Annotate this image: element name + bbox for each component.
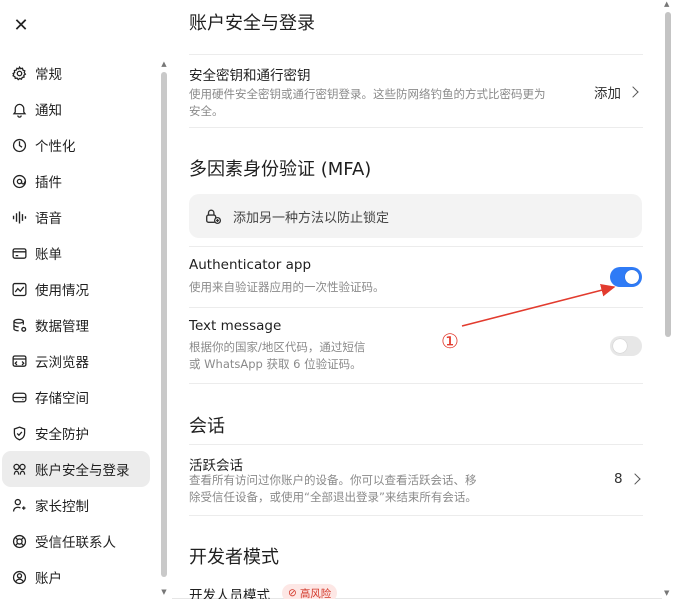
sidebar-item-label: 账户 <box>35 571 62 587</box>
sidebar-item-0[interactable]: 常规 <box>0 55 154 91</box>
high-risk-badge: ⊘ 高风险 <box>282 584 338 599</box>
add-mfa-method-label: 添加另一种方法以防止锁定 <box>233 210 390 226</box>
sidebar-item-label: 云浏览器 <box>35 355 89 371</box>
parental-icon <box>10 496 28 514</box>
sidebar-item-label: 常规 <box>35 67 62 83</box>
close-icon: ✕ <box>13 14 29 36</box>
passkey-desc-line2: 安全。 <box>189 104 224 118</box>
sidebar-item-label: 个性化 <box>35 139 76 155</box>
sidebar-item-label: 账户安全与登录 <box>35 463 130 479</box>
add-mfa-method-button[interactable]: 添加另一种方法以防止锁定 <box>189 194 642 238</box>
sidebar-scrollbar[interactable]: ▲ ▼ <box>160 60 168 596</box>
sessions-heading: 会话 <box>189 416 225 437</box>
developer-heading: 开发者模式 <box>189 547 279 568</box>
sidebar-item-5[interactable]: 账单 <box>0 235 154 271</box>
warning-icon: ⊘ <box>288 587 297 599</box>
main-scrollbar[interactable]: ▲ ▼ <box>662 0 674 599</box>
personalize-icon <box>10 136 28 154</box>
sidebar-item-label: 插件 <box>35 175 62 191</box>
plugin-icon <box>10 172 28 190</box>
sidebar-item-7[interactable]: 数据管理 <box>0 307 154 343</box>
sidebar-item-9[interactable]: 存储空间 <box>0 379 154 415</box>
mfa-heading: 多因素身份验证 (MFA) <box>189 159 372 180</box>
sidebar-item-6[interactable]: 使用情况 <box>0 271 154 307</box>
developer-mode-title: 开发人员模式 <box>189 588 270 599</box>
sms-toggle[interactable] <box>610 336 642 356</box>
sidebar-item-label: 账单 <box>35 247 62 263</box>
add-passkey-button[interactable]: 添加 <box>594 82 639 102</box>
sidebar-item-12[interactable]: 家长控制 <box>0 487 154 523</box>
bell-icon <box>10 100 28 118</box>
scrollbar-thumb[interactable] <box>665 12 671 337</box>
scroll-up-arrow-icon[interactable]: ▲ <box>664 0 669 8</box>
active-sessions-desc-line1: 查看所有访问过你账户的设备。你可以查看活跃会话、移 <box>189 473 477 487</box>
sidebar-item-label: 家长控制 <box>35 499 89 515</box>
divider <box>189 54 643 55</box>
sms-desc-line2: 或 WhatsApp 获取 6 位验证码。 <box>189 357 362 371</box>
close-button[interactable]: ✕ <box>10 14 32 36</box>
sidebar-item-10[interactable]: 安全防护 <box>0 415 154 451</box>
storage-icon <box>10 388 28 406</box>
scroll-down-arrow-icon[interactable]: ▼ <box>160 588 168 596</box>
key-icon <box>10 460 28 478</box>
gear-icon <box>10 64 28 82</box>
authenticator-toggle[interactable] <box>610 267 642 287</box>
sidebar-item-label: 使用情况 <box>35 283 89 299</box>
authenticator-title: Authenticator app <box>189 257 312 273</box>
sidebar-item-11[interactable]: 账户安全与登录 <box>2 451 150 487</box>
divider <box>189 307 643 308</box>
divider <box>189 515 643 516</box>
sidebar-item-label: 受信任联系人 <box>35 535 116 551</box>
sidebar-item-4[interactable]: 语音 <box>0 199 154 235</box>
sidebar-item-label: 语音 <box>35 211 62 227</box>
sidebar-item-8[interactable]: 云浏览器 <box>0 343 154 379</box>
toggle-knob <box>613 339 627 353</box>
database-icon <box>10 316 28 334</box>
sidebar-item-label: 安全防护 <box>35 427 89 443</box>
divider <box>189 246 643 247</box>
active-sessions-desc-line2: 除受信任设备，或使用“全部退出登录”来结束所有会话。 <box>189 490 477 504</box>
active-sessions-count: 8 <box>614 471 623 487</box>
high-risk-label: 高风险 <box>299 587 332 599</box>
divider <box>189 383 643 384</box>
active-sessions-button[interactable]: 8 <box>614 471 641 487</box>
sidebar-item-1[interactable]: 通知 <box>0 91 154 127</box>
scrollbar-thumb[interactable] <box>161 72 167 577</box>
active-sessions-title: 活跃会话 <box>189 458 243 474</box>
sms-title: Text message <box>189 318 282 334</box>
divider <box>189 444 643 445</box>
settings-window: ✕ 常规 通知 个性化 插件 语音 账单 使用情况 数据管理 云浏览器 存储空间 安全防护 账户安全与… <box>0 0 674 599</box>
sidebar-item-label: 存储空间 <box>35 391 89 407</box>
scroll-up-arrow-icon[interactable]: ▲ <box>160 60 168 68</box>
usage-icon <box>10 280 28 298</box>
sidebar-item-2[interactable]: 个性化 <box>0 127 154 163</box>
annotation-number: ① <box>441 329 459 353</box>
add-passkey-label: 添加 <box>594 86 621 102</box>
passkey-title: 安全密钥和通行密钥 <box>189 68 311 84</box>
authenticator-desc: 使用来自验证器应用的一次性验证码。 <box>189 280 385 294</box>
sidebar-item-3[interactable]: 插件 <box>0 163 154 199</box>
account-icon <box>10 568 28 586</box>
cloud-browser-icon <box>10 352 28 370</box>
sidebar-nav: 常规通知个性化插件语音账单使用情况数据管理云浏览器存储空间安全防护账户安全与登录… <box>0 55 160 595</box>
divider <box>189 127 643 128</box>
sms-desc-line1: 根据你的国家/地区代码，通过短信 <box>189 340 366 354</box>
billing-icon <box>10 244 28 262</box>
toggle-knob <box>625 270 639 284</box>
main-content: 账户安全与登录 安全密钥和通行密钥 使用硬件安全密钥或通行密钥登录。这些防网络钓… <box>172 0 662 599</box>
voice-icon <box>10 208 28 226</box>
sidebar-item-label: 通知 <box>35 103 62 119</box>
shield-icon <box>10 424 28 442</box>
lock-add-icon <box>203 206 223 226</box>
sidebar: ✕ 常规通知个性化插件语音账单使用情况数据管理云浏览器存储空间安全防护账户安全与… <box>0 0 172 599</box>
chevron-right-icon <box>627 86 639 98</box>
sidebar-item-13[interactable]: 受信任联系人 <box>0 523 154 559</box>
lifebuoy-icon <box>10 532 28 550</box>
passkey-desc-line1: 使用硬件安全密钥或通行密钥登录。这些防网络钓鱼的方式比密码更为 <box>189 87 546 101</box>
sidebar-item-label: 数据管理 <box>35 319 89 335</box>
scroll-down-arrow-icon[interactable]: ▼ <box>664 589 669 597</box>
chevron-right-icon <box>628 473 641 485</box>
page-title: 账户安全与登录 <box>189 13 315 34</box>
sidebar-item-14[interactable]: 账户 <box>0 559 154 595</box>
